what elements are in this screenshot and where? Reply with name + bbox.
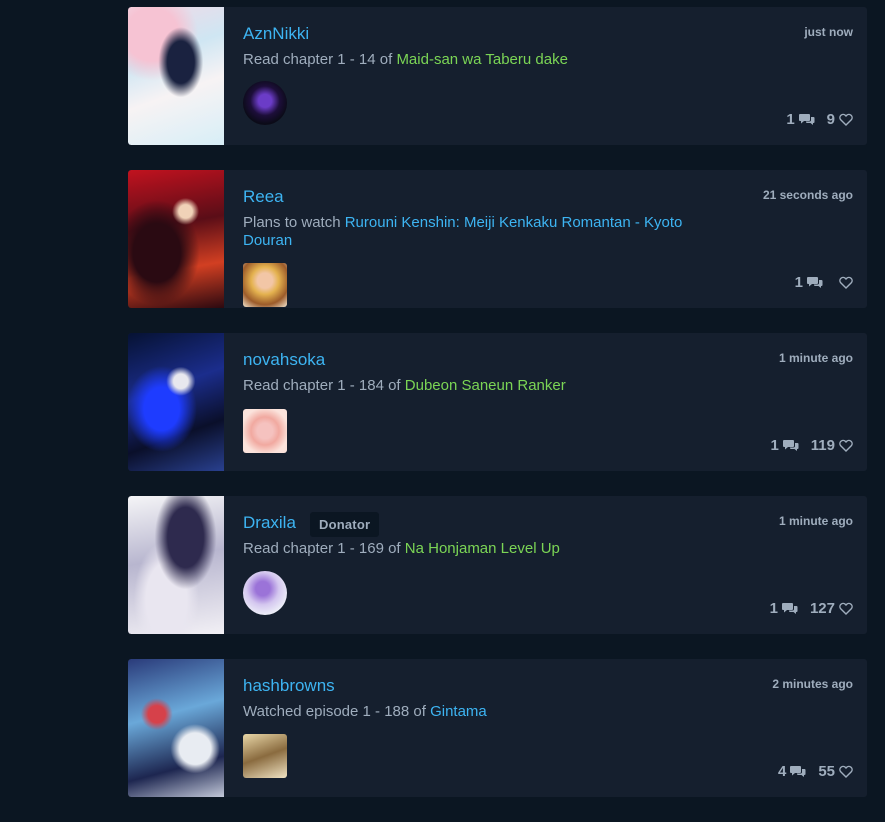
reply-button[interactable]: 1 — [786, 111, 815, 128]
media-cover[interactable] — [128, 333, 224, 471]
like-count: 55 — [818, 763, 835, 780]
comments-icon — [782, 439, 799, 452]
activity-card: Draxila Donator 1 minute ago Read chapte… — [128, 496, 867, 634]
media-title-link[interactable]: Gintama — [430, 703, 487, 720]
like-count: 127 — [809, 600, 835, 617]
reply-count: 1 — [794, 274, 803, 291]
activity-action: Read chapter 1 - 184 of — [243, 377, 405, 394]
reply-count: 4 — [777, 763, 787, 780]
media-title-link[interactable]: Maid-san wa Taberu dake — [396, 51, 568, 68]
comments-icon — [781, 602, 798, 615]
activity-action: Read chapter 1 - 14 of — [243, 51, 397, 68]
avatar[interactable] — [243, 409, 287, 453]
like-count: 9 — [826, 111, 835, 128]
activity-text: Watched episode 1 - 188 of Gintama — [243, 703, 723, 721]
reply-count: 1 — [770, 437, 779, 454]
comments-icon — [790, 765, 806, 778]
reply-button[interactable]: 1 — [770, 437, 799, 454]
reply-button[interactable]: 1 — [795, 274, 823, 291]
activity-actions: 1 — [795, 274, 853, 291]
activity-time[interactable]: 2 minutes ago — [772, 677, 853, 691]
username-link[interactable]: novahsoka — [243, 350, 325, 370]
activity-action: Read chapter 1 - 169 of — [243, 540, 405, 557]
activity-actions: 1 9 — [786, 111, 853, 128]
activity-text: Read chapter 1 - 14 of Maid-san wa Taber… — [243, 51, 723, 69]
activity-text: Read chapter 1 - 169 of Na Honjaman Leve… — [243, 540, 723, 558]
donator-badge: Donator — [310, 512, 380, 537]
heart-icon — [839, 765, 853, 778]
activity-card: novahsoka 1 minute ago Read chapter 1 - … — [128, 333, 867, 471]
media-cover[interactable] — [128, 7, 224, 145]
activity-text: Plans to watch Rurouni Kenshin: Meiji Ke… — [243, 214, 723, 250]
username-link[interactable]: hashbrowns — [243, 676, 335, 696]
username-link[interactable]: Reea — [243, 187, 284, 207]
username-link[interactable]: AznNikki — [243, 24, 309, 44]
activity-feed: AznNikki just now Read chapter 1 - 14 of… — [128, 7, 867, 822]
activity-card: AznNikki just now Read chapter 1 - 14 of… — [128, 7, 867, 145]
avatar[interactable] — [243, 734, 287, 778]
activity-time[interactable]: just now — [804, 25, 853, 39]
media-title-link[interactable]: Na Honjaman Level Up — [405, 540, 560, 557]
media-cover[interactable] — [128, 659, 224, 797]
comments-icon — [807, 276, 823, 289]
reply-button[interactable]: 4 — [778, 763, 806, 780]
like-count: 119 — [810, 437, 835, 454]
activity-time[interactable]: 1 minute ago — [779, 514, 853, 528]
heart-icon — [839, 113, 853, 126]
activity-time[interactable]: 21 seconds ago — [763, 188, 853, 202]
like-button[interactable]: 119 — [811, 437, 853, 454]
avatar[interactable] — [243, 571, 287, 615]
activity-action: Plans to watch — [243, 214, 345, 231]
activity-card: Reea 21 seconds ago Plans to watch Rurou… — [128, 170, 867, 308]
like-button[interactable] — [835, 276, 853, 289]
reply-button[interactable]: 1 — [770, 600, 798, 617]
reply-count: 1 — [769, 600, 778, 617]
activity-text: Read chapter 1 - 184 of Dubeon Saneun Ra… — [243, 377, 723, 395]
reply-count: 1 — [786, 111, 795, 128]
activity-actions: 4 55 — [778, 763, 853, 780]
activity-actions: 1 119 — [770, 437, 853, 454]
like-button[interactable]: 9 — [827, 111, 853, 128]
activity-time[interactable]: 1 minute ago — [779, 351, 853, 365]
like-button[interactable]: 55 — [818, 763, 853, 780]
comments-icon — [798, 113, 815, 126]
activity-actions: 1 127 — [770, 600, 853, 617]
username-link[interactable]: Draxila — [243, 513, 296, 533]
avatar[interactable] — [243, 263, 287, 307]
media-cover[interactable] — [128, 170, 224, 308]
media-cover[interactable] — [128, 496, 224, 634]
heart-icon — [839, 602, 853, 615]
heart-icon — [839, 276, 853, 289]
activity-card: hashbrowns 2 minutes ago Watched episode… — [128, 659, 867, 797]
activity-action: Watched episode 1 - 188 of — [243, 703, 431, 720]
like-button[interactable]: 127 — [810, 600, 853, 617]
avatar[interactable] — [243, 81, 287, 125]
heart-icon — [839, 439, 853, 452]
media-title-link[interactable]: Dubeon Saneun Ranker — [405, 377, 566, 394]
